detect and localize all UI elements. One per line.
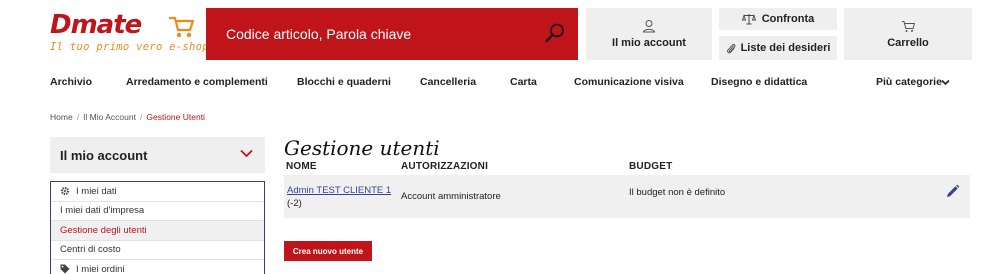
search-input[interactable]: [206, 26, 526, 42]
account-button[interactable]: Il mio account: [586, 8, 712, 60]
cart-button[interactable]: Carrello: [844, 8, 972, 60]
sidebar-title: Il mio account: [60, 147, 148, 163]
user-icon: [642, 20, 656, 33]
logo[interactable]: Dmate Il tuo primo vero e-shop: [50, 10, 209, 56]
column-header-name: NOME: [286, 161, 317, 172]
breadcrumb-current: Gestione Utenti: [146, 112, 205, 122]
nav-item-comunicazione[interactable]: Comunicazione visiva: [574, 76, 684, 88]
search-bar: [206, 8, 578, 60]
nav-item-arredamento[interactable]: Arredamento e complementi: [126, 76, 268, 88]
user-authorization: Account amministratore: [401, 191, 501, 202]
sidebar-item-company-data[interactable]: I miei dati d'impresa: [51, 202, 264, 221]
breadcrumb-separator: /: [76, 112, 80, 122]
chevron-down-icon[interactable]: [941, 79, 950, 86]
chevron-down-icon[interactable]: [240, 149, 253, 158]
sidebar-item-label: I miei dati d'impresa: [60, 205, 145, 217]
cart-icon: [901, 20, 915, 32]
sidebar-item-user-management[interactable]: Gestione degli utenti: [51, 221, 264, 241]
nav-item-carta[interactable]: Carta: [510, 76, 537, 88]
page-title: Gestione utenti: [284, 136, 440, 160]
cart-label: Carrello: [887, 36, 929, 49]
create-user-button[interactable]: Crea nuovo utente: [284, 241, 372, 261]
breadcrumb: Home / Il Mio Account / Gestione Utenti: [50, 112, 205, 122]
sidebar-item-my-data[interactable]: I miei dati: [51, 182, 264, 202]
sidebar-item-label: Gestione degli utenti: [60, 224, 147, 236]
sidebar-item-my-orders[interactable]: I miei ordini: [51, 260, 264, 274]
breadcrumb-separator: /: [139, 112, 143, 122]
logo-cart-icon: [168, 16, 195, 38]
sidebar-item-label: I miei ordini: [76, 263, 125, 274]
nav-more-categories[interactable]: Più categorie: [876, 76, 942, 88]
column-header-budget: BUDGET: [629, 161, 673, 172]
breadcrumb-home[interactable]: Home: [50, 112, 73, 122]
nav-item-disegno[interactable]: Disegno e didattica: [711, 76, 807, 88]
sidebar-item-label: Centri di costo: [60, 244, 121, 256]
wishlist-label: Liste dei desideri: [740, 42, 831, 54]
column-header-authorizations: AUTORIZZAZIONI: [401, 161, 489, 172]
scale-icon: [741, 14, 756, 25]
search-icon[interactable]: [544, 22, 566, 44]
logo-wordmark: Dmate: [50, 10, 142, 40]
sidebar-item-cost-centers[interactable]: Centri di costo: [51, 241, 264, 260]
sidebar-header[interactable]: Il mio account: [50, 137, 265, 173]
compare-label: Confronta: [761, 13, 815, 25]
pencil-icon[interactable]: [945, 184, 960, 199]
nav-item-archivio[interactable]: Archivio: [50, 76, 92, 88]
main-nav: Archivio Arredamento e complementi Blocc…: [50, 76, 970, 92]
gear-icon: [60, 187, 70, 196]
user-budget: Il budget non è definito: [629, 187, 726, 198]
breadcrumb-account[interactable]: Il Mio Account: [83, 112, 136, 122]
nav-item-cancelleria[interactable]: Cancelleria: [420, 76, 476, 88]
tag-icon: [60, 264, 70, 274]
user-id: (-2): [287, 198, 302, 209]
wishlist-button[interactable]: Liste dei desideri: [719, 36, 837, 60]
logo-tagline: Il tuo primo vero e-shop: [50, 41, 209, 53]
paperclip-icon: [726, 43, 735, 53]
sidebar-menu: I miei dati I miei dati d'impresa Gestio…: [50, 181, 265, 274]
account-label: Il mio account: [612, 37, 686, 49]
nav-item-blocchi[interactable]: Blocchi e quaderni: [297, 76, 391, 88]
sidebar-item-label: I miei dati: [76, 185, 117, 197]
user-name-link[interactable]: Admin TEST CLIENTE 1: [287, 185, 391, 196]
compare-button[interactable]: Confronta: [719, 8, 837, 30]
table-row: Admin TEST CLIENTE 1 (-2) Account ammini…: [284, 175, 970, 218]
